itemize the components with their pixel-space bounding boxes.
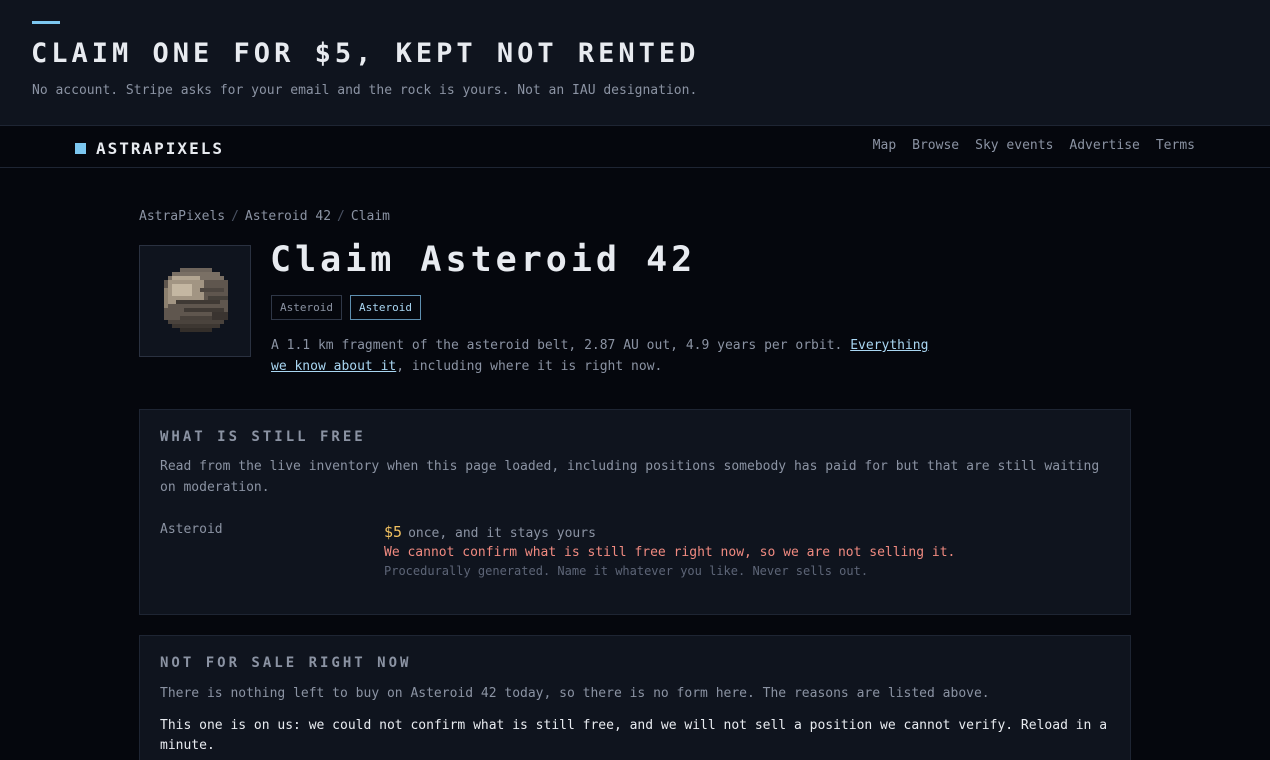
asteroid-thumbnail [139,245,251,357]
price: $5 [384,523,403,541]
breadcrumb-home[interactable]: AstraPixels [139,209,225,224]
tag-selected[interactable]: Asteroid [349,295,421,320]
logo-square-icon [75,143,86,154]
not-for-sale-heading: NOT FOR SALE RIGHT NOW [160,655,412,671]
nav-link-browse[interactable]: Browse [912,138,959,153]
navbar: ASTRAPIXELS Map Browse Sky events Advert… [0,126,1270,168]
banner-accent-bar [32,21,60,24]
breadcrumb-separator: / [337,209,345,224]
breadcrumb-current: Claim [350,209,390,224]
tag-type: Asteroid [271,295,342,320]
nav-links: Map Browse Sky events Advertise Terms [873,138,1195,153]
banner-title: CLAIM ONE FOR $5, KEPT NOT RENTED [31,38,700,69]
not-for-sale-note: This one is on us: we could not confirm … [160,718,1108,753]
availability-text: Read from the live inventory when this p… [160,459,1100,495]
nav-link-terms[interactable]: Terms [1156,138,1195,153]
availability-heading: WHAT IS STILL FREE [160,429,366,445]
top-banner: CLAIM ONE FOR $5, KEPT NOT RENTED No acc… [0,0,1270,126]
description-text-end: , including where it is right now. [396,359,663,374]
price-line: $5 once, and it stays yours [384,523,955,541]
logo[interactable]: ASTRAPIXELS [75,139,224,158]
item-details: $5 once, and it stays yours We cannot con… [384,523,955,578]
asteroid-description: A 1.1 km fragment of the asteroid belt, … [271,335,951,377]
banner-subtitle: No account. Stripe asks for your email a… [32,83,698,98]
asteroid-pixel-icon [164,268,228,332]
logo-text: ASTRAPIXELS [96,139,224,158]
item-label: Asteroid [160,522,223,537]
page-title: Claim Asteroid 42 [270,240,697,280]
tag-list: Asteroid Asteroid [271,295,421,320]
nav-link-advertise[interactable]: Advertise [1069,138,1139,153]
breadcrumb-separator: / [231,209,239,224]
not-for-sale-text: There is nothing left to buy on Asteroid… [160,686,990,701]
nav-link-sky-events[interactable]: Sky events [975,138,1053,153]
description-text: A 1.1 km fragment of the asteroid belt, … [271,338,851,353]
fine-print: Procedurally generated. Name it whatever… [384,564,869,578]
price-suffix: once, and it stays yours [408,526,596,541]
not-for-sale-panel: NOT FOR SALE RIGHT NOW There is nothing … [139,635,1131,760]
availability-panel: WHAT IS STILL FREE Read from the live in… [139,409,1131,615]
breadcrumb: AstraPixels / Asteroid 42 / Claim [139,209,390,224]
warning-message: We cannot confirm what is still free rig… [384,545,956,560]
nav-link-map[interactable]: Map [873,138,896,153]
breadcrumb-asteroid[interactable]: Asteroid 42 [245,209,331,224]
